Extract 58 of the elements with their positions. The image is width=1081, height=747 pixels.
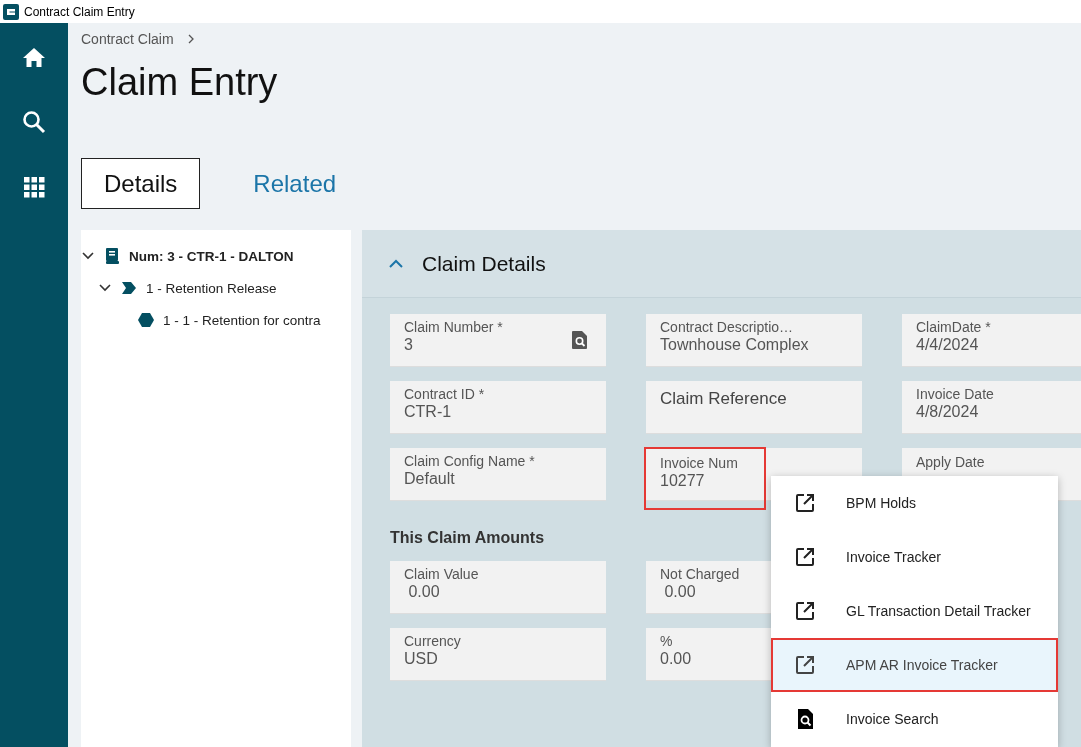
tab[interactable]: Related bbox=[230, 158, 360, 209]
tree-item[interactable]: 1 - Retention Release bbox=[146, 280, 277, 296]
field-value: 3 bbox=[404, 336, 414, 354]
hexagon-icon bbox=[137, 311, 155, 329]
field-value: 10277 bbox=[660, 472, 706, 490]
menu-item[interactable]: Invoice Tracker bbox=[771, 530, 1058, 584]
lookup-icon[interactable] bbox=[570, 330, 590, 350]
field-label: Contract Descriptio… bbox=[660, 319, 795, 335]
form-field[interactable]: Contract ID * CTR-1 bbox=[390, 381, 606, 434]
menu-item[interactable]: BPM Holds bbox=[771, 476, 1058, 530]
field-value: 4/8/2024 bbox=[916, 403, 980, 421]
chevron-tag-icon bbox=[120, 279, 138, 297]
form-field[interactable]: Claim Value 0.00 bbox=[390, 561, 606, 614]
external-link-icon bbox=[794, 492, 816, 514]
field-value: Townhouse Complex bbox=[660, 336, 809, 354]
tab[interactable]: Details bbox=[81, 158, 201, 209]
field-value: 4/4/2024 bbox=[916, 336, 980, 354]
field-label: % bbox=[660, 633, 674, 649]
form-field[interactable]: Claim Config Name * Default bbox=[390, 448, 606, 501]
external-link-icon bbox=[794, 600, 816, 622]
page-title: Claim Entry bbox=[81, 61, 279, 105]
section-title: Claim Details bbox=[422, 251, 546, 276]
form-field[interactable]: Currency USD bbox=[390, 628, 606, 681]
field-label: Claim Value bbox=[404, 566, 479, 582]
book-icon bbox=[103, 247, 121, 265]
search-icon[interactable] bbox=[20, 108, 48, 136]
field-value: 0.00 bbox=[407, 583, 441, 601]
external-link-icon bbox=[794, 546, 816, 568]
field-value: CTR-1 bbox=[404, 403, 453, 421]
section-subtitle: This Claim Amounts bbox=[390, 529, 545, 547]
form-field[interactable]: ClaimDate * 4/4/2024 bbox=[902, 314, 1081, 367]
form-field[interactable]: Invoice Date 4/8/2024 bbox=[902, 381, 1081, 434]
field-value: Default bbox=[404, 470, 456, 488]
menu-item[interactable]: Invoice Search bbox=[771, 692, 1058, 746]
app-logo-icon bbox=[3, 3, 19, 20]
field-value: 0.00 bbox=[660, 650, 692, 668]
field-label: Invoice Num bbox=[660, 455, 739, 471]
field-label: Currency bbox=[404, 633, 461, 649]
field-label: ClaimDate * bbox=[916, 319, 991, 335]
tree-item[interactable]: Num: 3 - CTR-1 - DALTON bbox=[129, 248, 294, 264]
tree-item[interactable]: 1 - 1 - Retention for contra bbox=[163, 312, 321, 328]
form-field[interactable]: Claim Number * 3 bbox=[390, 314, 606, 367]
field-label: Not Charged bbox=[660, 566, 740, 582]
menu-item[interactable]: GL Transaction Detail Tracker bbox=[771, 584, 1058, 638]
menu-item[interactable]: APM AR Invoice Tracker bbox=[771, 638, 1058, 692]
external-link-icon bbox=[794, 654, 816, 676]
form-field[interactable]: Contract Descriptio… Townhouse Complex bbox=[646, 314, 862, 367]
text-field[interactable]: Claim Reference bbox=[646, 381, 862, 434]
field-value: USD bbox=[404, 650, 439, 668]
field-label: Invoice Date bbox=[916, 386, 994, 402]
field-label: Claim Number * bbox=[404, 319, 503, 335]
field-label: Apply Date bbox=[916, 454, 985, 470]
breadcrumb-link[interactable]: Contract Claim bbox=[81, 31, 174, 47]
field-label: Contract ID * bbox=[404, 386, 485, 402]
window-title: Contract Claim Entry bbox=[24, 4, 135, 19]
field-value: 0.00 bbox=[663, 583, 697, 601]
section-header[interactable]: Claim Details bbox=[362, 230, 1081, 298]
field-label: Claim Config Name * bbox=[404, 453, 535, 469]
